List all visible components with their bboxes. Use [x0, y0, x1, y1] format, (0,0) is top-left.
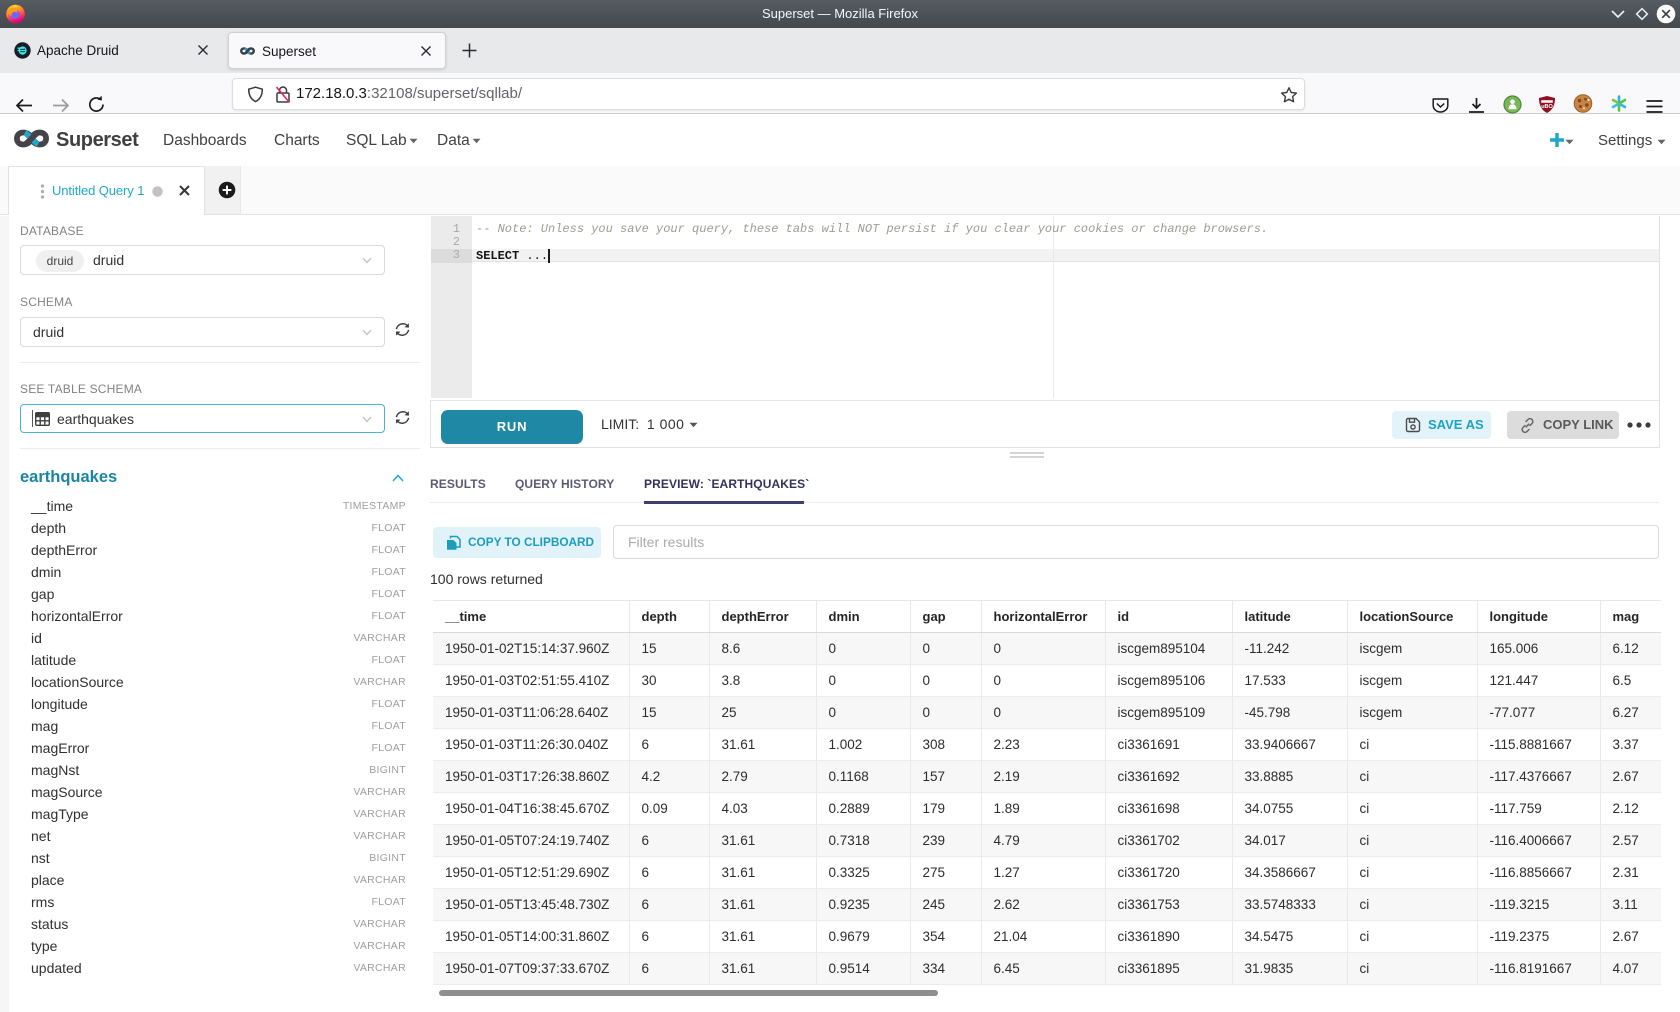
svg-text:uBO: uBO [1541, 104, 1553, 110]
